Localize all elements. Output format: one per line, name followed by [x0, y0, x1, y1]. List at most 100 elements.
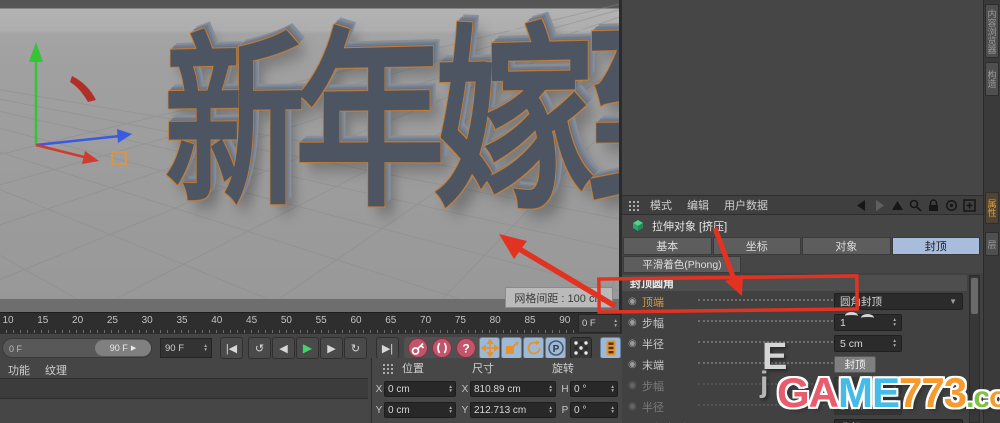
tab-坐标[interactable]: 坐标 — [712, 237, 801, 255]
attribute-manager-panel: 模式 编辑 用户数据 拉伸对象 [挤压] 基本 坐标 对象 封顶 平滑着色(Phong… — [622, 0, 983, 423]
scale-tool-button[interactable] — [501, 337, 522, 359]
coordinate-field[interactable]: 0 ° ▴ ▾ — [570, 381, 618, 397]
value-stepper[interactable]: ▴ ▾ — [893, 339, 896, 348]
animate-circle-icon[interactable]: ◉ — [628, 317, 642, 328]
attr-label: 步幅 — [642, 317, 664, 330]
scrollbar-thumb[interactable] — [971, 278, 978, 314]
value-stepper[interactable]: ▴ ▾ — [611, 384, 614, 394]
game773-watermark-logo: GAME773.com — [777, 370, 1000, 421]
up-arrow-icon[interactable] — [890, 198, 905, 213]
attr-label: 半径 — [642, 338, 664, 351]
end-frame-stepper[interactable]: ▴ ▾ — [204, 343, 207, 353]
watermark-letter-j: j — [760, 366, 769, 399]
coordinate-field[interactable]: 0 ° ▴ ▾ — [570, 402, 618, 418]
value-stepper[interactable]: ▴ ▾ — [449, 405, 452, 415]
coordinate-field[interactable]: 810.89 cm ▴ ▾ — [470, 381, 556, 397]
coordinate-field[interactable]: 0 cm ▴ ▾ — [384, 402, 456, 418]
animate-circle-icon[interactable]: ◉ — [628, 401, 642, 412]
range-end-handle[interactable]: 90 F ▶ — [95, 340, 151, 356]
play-cycle-button[interactable]: ↻ — [344, 337, 367, 359]
tab-对象[interactable]: 对象 — [802, 237, 891, 255]
next-frame-button[interactable]: ▶ — [320, 337, 343, 359]
range-end-label: 90 F — [109, 343, 128, 353]
value-stepper[interactable]: ▴ ▾ — [893, 318, 896, 327]
dock-tab-内容浏览器[interactable]: 内容浏览器 — [985, 4, 999, 58]
attr-field-value: 圆角封顶 — [840, 296, 882, 308]
snap-settings-button[interactable] — [570, 337, 592, 359]
panel-grip-icon[interactable] — [628, 199, 640, 211]
animate-circle-icon[interactable]: ◉ — [628, 359, 642, 370]
ruler-tick-55: 55 — [315, 315, 327, 326]
logo-letter-c: c — [973, 381, 990, 414]
right-dock-strip: 内容浏览器构造属性层 — [983, 0, 1000, 423]
play-backward-button[interactable]: ↺ — [248, 337, 271, 359]
rotate-tool-button[interactable] — [523, 337, 544, 359]
target-icon[interactable] — [944, 198, 959, 213]
animate-circle-icon[interactable]: ◉ — [628, 296, 642, 307]
coordinate-system-button[interactable]: P — [545, 337, 566, 359]
logo-letter-E: E — [872, 369, 900, 416]
timeline-range-slider[interactable]: 0 F 90 F ▶ — [2, 338, 152, 358]
coordinate-value: 212.713 cm — [474, 404, 527, 416]
record-keyframe-button[interactable] — [408, 338, 428, 358]
dock-tab-构造[interactable]: 构造 — [985, 62, 999, 96]
header-rotation: 旋转 — [552, 363, 574, 375]
materials-menu-纹理[interactable]: 纹理 — [45, 362, 67, 378]
axis-label: Y — [461, 404, 469, 416]
attr-label: 末端 — [642, 359, 664, 372]
ruler-tick-45: 45 — [246, 315, 258, 326]
dock-tab-属性[interactable]: 属性 — [985, 192, 999, 224]
logo-letter-7: 7 — [921, 369, 944, 416]
animate-circle-icon[interactable]: ◉ — [628, 380, 642, 391]
back-arrow-icon[interactable] — [854, 198, 869, 213]
ruler-tick-35: 35 — [176, 315, 188, 326]
search-icon[interactable] — [908, 198, 923, 213]
tab-基本[interactable]: 基本 — [623, 237, 712, 255]
previous-frame-button[interactable]: ◀ — [272, 337, 295, 359]
keyframe-options-button[interactable]: ? — [456, 338, 476, 358]
add-panel-icon[interactable] — [962, 198, 977, 213]
tab-phong-shading[interactable]: 平滑着色(Phong) — [623, 256, 741, 273]
move-tool-button[interactable] — [479, 337, 500, 359]
current-frame-field[interactable]: 0 F ▴ ▾ — [578, 314, 621, 333]
value-stepper[interactable]: ▴ ▾ — [549, 384, 552, 394]
menu-edit[interactable]: 编辑 — [687, 197, 709, 213]
frame-stepper[interactable]: ▴ ▾ — [614, 319, 617, 328]
value-stepper[interactable]: ▴ ▾ — [449, 384, 452, 394]
axis-gizmo[interactable] — [0, 0, 200, 200]
material-menubar: 功能 纹理 — [0, 362, 368, 379]
3d-viewport[interactable]: 新年嫁到 网格间距 : 100 cm — [0, 0, 620, 312]
coordinate-field[interactable]: 212.713 cm ▴ ▾ — [470, 402, 556, 418]
materials-menu-功能[interactable]: 功能 — [8, 362, 30, 378]
autokey-button[interactable] — [432, 338, 452, 358]
go-to-start-button[interactable]: |◀ — [220, 337, 243, 359]
forward-arrow-icon[interactable] — [872, 198, 887, 213]
panel-grip-icon[interactable] — [382, 362, 394, 374]
attr-field-spin[interactable]: 5 cm ▴ ▾ — [834, 335, 902, 352]
timeline-ruler[interactable]: 10 15 20 25 30 35 40 45 50 55 60 65 70 75 80 85 90 0 F ▴… — [0, 312, 622, 334]
layer-strip-button[interactable] — [600, 337, 621, 359]
value-stepper[interactable]: ▴ ▾ — [549, 405, 552, 415]
menu-user-data[interactable]: 用户数据 — [724, 197, 768, 213]
coordinate-field[interactable]: 0 cm ▴ ▾ — [384, 381, 456, 397]
material-empty-area[interactable] — [0, 398, 368, 423]
dock-tab-层[interactable]: 层 — [985, 232, 999, 256]
axis-label: Y — [375, 404, 383, 416]
play-button[interactable]: ▶ — [296, 337, 319, 359]
coordinates-row: X 0 cm ▴ ▾ X 810.89 cm ▴ ▾ H 0 ° ▴ ▾ — [374, 380, 622, 398]
tab-封顶[interactable]: 封顶 — [891, 237, 980, 255]
end-frame-field[interactable]: 90 F ▴ ▾ — [160, 338, 212, 358]
attr-label: 步幅 — [642, 380, 664, 393]
go-to-end-button[interactable]: ▶| — [376, 337, 399, 359]
material-manager-panel: 功能 纹理 — [0, 362, 368, 423]
lock-icon[interactable] — [926, 198, 941, 213]
ruler-tick-80: 80 — [489, 315, 501, 326]
ruler-tick-75: 75 — [454, 315, 466, 326]
coordinates-panel: 位置 尺寸 旋转 X 0 cm ▴ ▾ X 810.89 cm ▴ ▾ H 0 ° ▴ ▾ Y 0 cm ▴… — [371, 358, 622, 423]
attr-field-dropdown[interactable]: 圆角封顶 ▼ — [834, 293, 963, 310]
header-position: 位置 — [402, 363, 424, 375]
value-stepper[interactable]: ▴ ▾ — [611, 405, 614, 415]
menu-mode[interactable]: 模式 — [650, 197, 672, 213]
attr-label: 半径 — [642, 401, 664, 414]
animate-circle-icon[interactable]: ◉ — [628, 338, 642, 349]
